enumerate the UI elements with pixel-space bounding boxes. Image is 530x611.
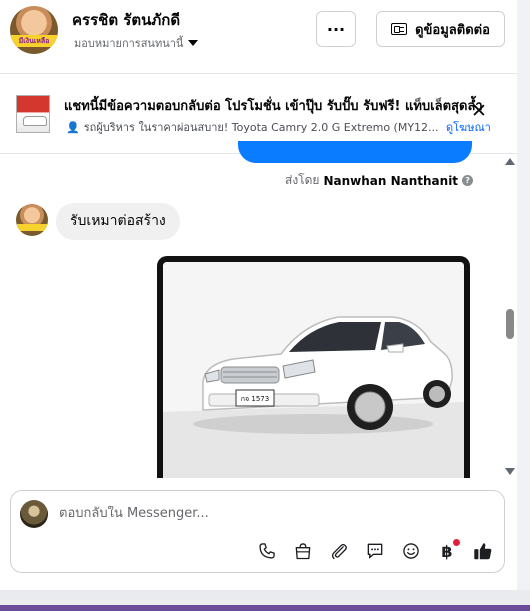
- bag-icon[interactable]: [291, 539, 315, 563]
- sender-avatar[interactable]: [16, 204, 48, 236]
- avatar-tag: มีเงินเหลือ: [11, 35, 57, 47]
- ad-title: แชทนี้มีข้อความตอบกลับต่อ โปรโมชั่น เข้า…: [64, 99, 483, 114]
- emoji-icon[interactable]: [399, 539, 423, 563]
- sent-message-bubble[interactable]: [238, 141, 472, 163]
- close-icon[interactable]: ✕: [471, 102, 487, 121]
- contact-avatar[interactable]: มีเงินเหลือ: [10, 6, 58, 54]
- ad-thumbnail[interactable]: [16, 95, 50, 133]
- like-icon[interactable]: [471, 539, 495, 563]
- sent-by-prefix: ส่งโดย: [285, 173, 320, 187]
- sent-by-name: Nanwhan Nanthanit: [323, 173, 459, 188]
- paperclip-icon[interactable]: [327, 539, 351, 563]
- notification-dot: [453, 539, 460, 546]
- assign-conversation-dropdown[interactable]: มอบหมายการสนทนานี้: [74, 34, 199, 52]
- received-message-bubble[interactable]: รับเหมาต่อสร้าง: [56, 203, 180, 240]
- composer-toolbar: ฿: [255, 539, 495, 563]
- conversation-header: มีเงินเหลือ ครรชิต รัตนภักดี มอบหมายการส…: [0, 0, 517, 74]
- conversation-panel: มีเงินเหลือ ครรชิต รัตนภักดี มอบหมายการส…: [0, 0, 517, 590]
- message-composer: ฿: [10, 490, 505, 573]
- page-avatar: [20, 500, 48, 528]
- assign-label: มอบหมายการสนทนานี้: [74, 37, 184, 50]
- image-attachment[interactable]: กจ 1573: [157, 256, 470, 478]
- view-contact-label: ดูข้อมูลติดต่อ: [415, 22, 490, 38]
- car-image: กจ 1573: [163, 262, 464, 478]
- view-contact-button[interactable]: ดูข้อมูลติดต่อ: [376, 11, 505, 47]
- bottom-accent-line: [0, 605, 530, 611]
- caret-down-icon: [188, 40, 199, 46]
- contact-card-icon: [391, 23, 408, 35]
- baht-icon[interactable]: ฿: [435, 539, 460, 563]
- sent-by-line: ส่งโดย Nanwhan Nanthanit ?: [285, 171, 474, 190]
- contact-name[interactable]: ครรชิต รัตนภักดี: [72, 8, 180, 32]
- ad-subtitle-text: รถผู้บริหาร ในราคาผ่อนสบาย! Toyota Camry…: [83, 121, 439, 134]
- car-photo: กจ 1573: [163, 262, 464, 478]
- scroll-down-arrow[interactable]: [505, 468, 515, 475]
- more-options-button[interactable]: ···: [316, 11, 356, 47]
- scrollbar-thumb[interactable]: [506, 309, 514, 339]
- right-rail: [517, 0, 530, 590]
- info-icon[interactable]: ?: [462, 175, 474, 186]
- chat-icon[interactable]: [363, 539, 387, 563]
- reply-input[interactable]: [59, 506, 479, 521]
- scroll-up-arrow[interactable]: [505, 158, 515, 165]
- ad-subtitle: 👤 รถผู้บริหาร ในราคาผ่อนสบาย! Toyota Cam…: [66, 118, 439, 136]
- sender-avatar-tag: [17, 224, 47, 231]
- person-icon: 👤: [66, 120, 80, 134]
- phone-icon[interactable]: [255, 539, 279, 563]
- plate-text: กจ 1573: [241, 395, 269, 403]
